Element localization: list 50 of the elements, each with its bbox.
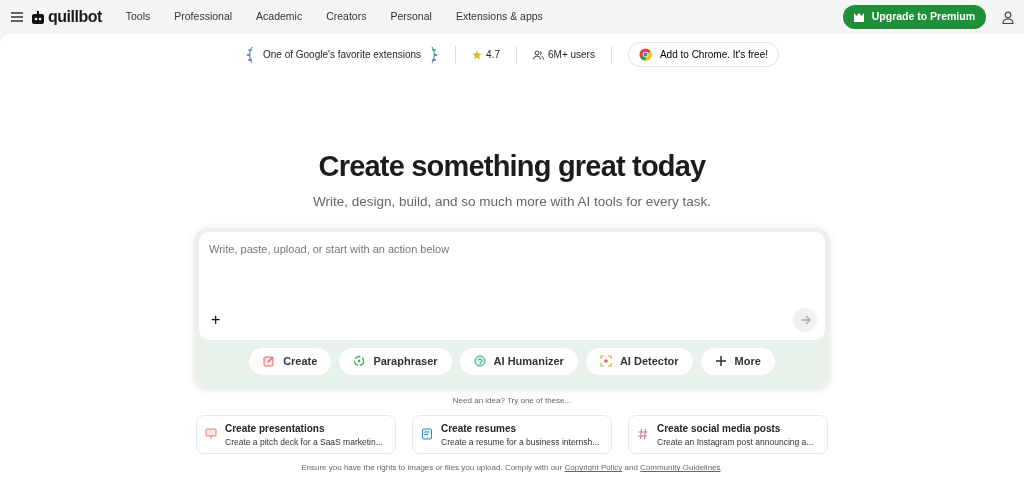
nav-link[interactable]: Professional [174, 9, 233, 25]
cycle-icon [353, 355, 366, 368]
tool-button[interactable]: AI Humanizer [459, 348, 578, 375]
user-icon[interactable] [1002, 10, 1014, 24]
suggestion-title: Create presentations [225, 421, 326, 436]
upgrade-button[interactable]: Upgrade to Premium [842, 5, 986, 29]
add-to-chrome-button[interactable]: Add to Chrome. It's free! [627, 42, 780, 67]
document-icon [421, 427, 433, 440]
chrome-icon [638, 48, 652, 61]
crown-icon [853, 12, 864, 22]
nav-link[interactable]: Extensions & apps [455, 9, 543, 25]
hero-subtitle: Write, design, build, and so much more with AI tools for every task. [312, 192, 712, 211]
suggestion-title: Create resumes [441, 421, 518, 436]
tool-button[interactable]: AI Detector [585, 348, 693, 375]
footer-note: Ensure you have the rights to images or files you upload. Comply with our Copyright Policy and Community Guidelines. [301, 462, 723, 475]
edit-icon [263, 355, 276, 368]
suggestion-title: Create social media posts [657, 421, 782, 436]
hero-title: Create something great today [318, 149, 706, 184]
presentation-icon [205, 427, 217, 440]
robot-logo-icon [32, 10, 44, 24]
logo[interactable]: quillbot [48, 5, 102, 29]
footer-link[interactable]: Copyright Policy [564, 463, 623, 473]
nav-link[interactable]: Creators [326, 9, 367, 25]
hashtag-icon [637, 427, 649, 440]
suggestion-text: Create an Instagram post announcing a... [657, 435, 814, 449]
suggestion-card[interactable]: Create social media posts Create an Instagram post announcing a... [628, 414, 828, 455]
laurel-icon [429, 44, 440, 65]
users-count: 6M+ users [548, 48, 595, 62]
suggestion-text: Create a resume for a business internsh... [441, 435, 600, 449]
tool-button[interactable]: Create [249, 348, 332, 375]
star-icon [472, 49, 483, 60]
laurel-icon [244, 44, 255, 65]
users-icon [533, 49, 544, 60]
plus-icon [714, 355, 727, 368]
footer-link[interactable]: Community Guidelines [640, 463, 721, 473]
tool-button[interactable]: More [700, 348, 775, 375]
rating-text: 4.7 [486, 48, 500, 62]
nav-link[interactable]: Personal [390, 9, 432, 25]
hint-text: Need an idea? Try one of these... [452, 394, 572, 407]
suggestion-card[interactable]: Create resumes Create a resume for a business internsh... [412, 414, 612, 455]
scan-icon [599, 355, 612, 368]
suggestion-card[interactable]: Create presentations Create a pitch deck for a SaaS marketin... [196, 414, 396, 455]
arrow-icon [799, 315, 811, 326]
award-text: One of Google's favorite extensions [262, 48, 422, 62]
suggestion-text: Create a pitch deck for a SaaS marketin... [225, 435, 383, 449]
nav-link[interactable]: Tools [125, 9, 151, 25]
add-button[interactable]: + [207, 312, 225, 329]
nav-link[interactable]: Academic [256, 9, 303, 25]
tool-button[interactable]: Paraphraser [339, 348, 452, 375]
menu-icon[interactable] [10, 11, 24, 23]
